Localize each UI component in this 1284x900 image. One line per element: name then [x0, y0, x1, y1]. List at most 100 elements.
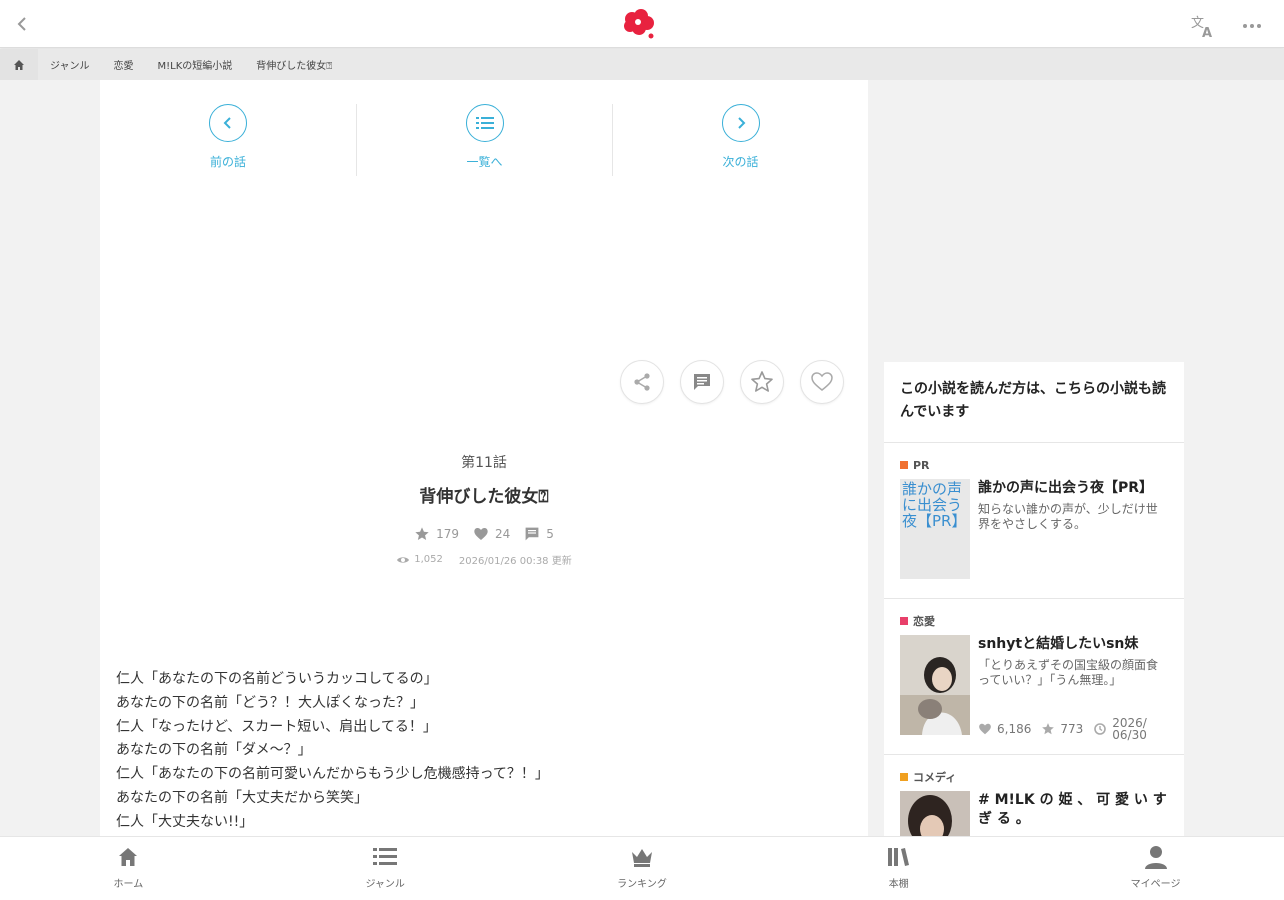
bottom-nav-label: ランキング: [617, 879, 667, 890]
genre-label: PR: [913, 458, 930, 472]
stars-count: 773: [1060, 722, 1084, 736]
story-line: あなたの下の名前「どう？！大人ぽくなった？」: [116, 694, 424, 711]
bottom-nav-home[interactable]: ホーム: [0, 837, 257, 900]
share-button[interactable]: [620, 360, 664, 404]
novel-hearts: 6,186: [978, 722, 1031, 736]
bottom-nav-label: ジャンル: [365, 879, 405, 890]
back-button[interactable]: [10, 12, 34, 36]
crown-icon: [630, 845, 654, 869]
stat-stars: 179: [414, 526, 459, 542]
brand-logo[interactable]: [621, 8, 657, 40]
views: 1,052: [396, 552, 443, 567]
breadcrumb-genre[interactable]: ジャンル: [38, 49, 102, 80]
episode-stats: 179 24 5: [100, 526, 868, 542]
novel-updated: 2026/06/30: [1093, 717, 1154, 741]
genre-color-square: [900, 617, 908, 625]
episode-list-button[interactable]: 一覧へ: [356, 104, 612, 176]
bottom-nav-bookshelf[interactable]: 本棚: [770, 837, 1027, 900]
novel-thumbnail[interactable]: [900, 791, 970, 836]
top-header: 文 A: [0, 0, 1284, 48]
breadcrumb: ジャンル 恋愛 M!LKの短編小説 背伸びした彼女⍰: [0, 49, 1284, 80]
svg-text:A: A: [1202, 26, 1212, 38]
thumbnail-alt-text: 誰かの声に出会う夜【PR】: [902, 480, 967, 530]
novel-title[interactable]: # M!LK の 姫 、 可 愛 い す ぎ る 。: [978, 791, 1168, 829]
bottom-nav-ranking[interactable]: ランキング: [514, 837, 771, 900]
bottom-nav-mypage[interactable]: マイページ: [1027, 837, 1284, 900]
breadcrumb-episode: 背伸びした彼女⍰: [256, 61, 333, 72]
favorite-button[interactable]: [740, 360, 784, 404]
novel-stars: 773: [1041, 722, 1083, 736]
sidebar-heading: この小説を読んだ方は、こちらの小説も読んでいます: [884, 362, 1184, 443]
star-icon: [415, 527, 429, 540]
eye-icon: [397, 556, 410, 563]
breadcrumb-series[interactable]: M!LKの短編小説: [146, 49, 245, 80]
heart-icon: [811, 372, 833, 391]
novel-thumbnail[interactable]: [900, 635, 970, 735]
list-circle: [465, 104, 504, 142]
novel-title[interactable]: 誰かの声に出会う夜【PR】: [978, 479, 1168, 498]
story-line: 仁人「あなたの下の名前どういうカッコしてるの」: [116, 671, 438, 687]
translate-button[interactable]: 文 A: [1190, 14, 1218, 41]
chevron-left-icon: [223, 117, 231, 129]
novel-title[interactable]: snhytと結婚したいsn妹: [978, 635, 1168, 654]
episode-meta: 1,052 2026/01/26 00:38 更新: [100, 552, 868, 567]
bottom-nav-genre[interactable]: ジャンル: [257, 837, 514, 900]
updated-date: 2026/06/30: [1112, 716, 1147, 742]
stat-hearts: 24: [473, 526, 510, 542]
episode-number: 第11話: [461, 455, 507, 471]
prev-label: 前の話: [209, 155, 246, 169]
comment-button[interactable]: [680, 360, 724, 404]
heart-icon: [474, 528, 488, 540]
recommendation-sidebar: この小説を読んだ方は、こちらの小説も読んでいます PR 誰かの声に出会う夜【PR…: [884, 362, 1184, 836]
genre-color-square: [900, 773, 908, 781]
recommended-novel[interactable]: 恋愛 snhytと結婚したいsn妹 「とりあえずその国宝級の顔面食っていい？」「…: [884, 599, 1184, 755]
genre-label: 恋愛: [913, 615, 935, 628]
star-icon: [751, 371, 773, 392]
updated-date: 2026/01/26 00:38 更新: [458, 556, 572, 567]
genre-tag: 恋愛: [900, 615, 1168, 628]
update-icon: [1094, 723, 1107, 735]
breadcrumb-home[interactable]: [0, 49, 38, 80]
comments-count: 5: [546, 527, 554, 541]
breadcrumb-romance[interactable]: 恋愛: [102, 49, 146, 80]
chevron-right-icon: [737, 117, 745, 129]
story-body: 仁人「あなたの下の名前どういうカッコしてるの」 あなたの下の名前「どう？！大人ぽ…: [116, 668, 836, 835]
prev-circle: [209, 104, 247, 142]
comment-icon: [525, 527, 539, 541]
dot: [1243, 24, 1247, 28]
novel-stats: 6,186 773 2026/06/30: [978, 717, 1154, 741]
novel-thumbnail[interactable]: 誰かの声に出会う夜【PR】: [900, 479, 970, 579]
more-button[interactable]: [1240, 16, 1264, 36]
genre-label: コメディ: [913, 771, 957, 784]
genre-tag: コメディ: [900, 771, 1168, 784]
recommended-novel[interactable]: コメディ # M!LK の 姫 、 可 愛 い す ぎ る 。: [884, 755, 1184, 836]
episode-nav: 前の話 一覧へ 次の話: [100, 104, 868, 176]
novel-description: 「とりあえずその国宝級の顔面食っていい？」「うん無理。」: [978, 658, 1159, 687]
bookshelf-icon: [887, 845, 911, 869]
recommended-novel[interactable]: PR 誰かの声に出会う夜【PR】 誰かの声に出会う夜【PR】 知らない誰かの声が…: [884, 443, 1184, 599]
bottom-nav-label: 本棚: [888, 879, 909, 890]
list-icon: [475, 117, 494, 129]
genre-color-square: [900, 461, 908, 469]
views-count: 1,052: [414, 554, 443, 565]
prev-episode-button[interactable]: 前の話: [100, 104, 356, 176]
brand-flower-logo: [624, 9, 654, 39]
like-button[interactable]: [800, 360, 844, 404]
story-line: 仁人「大丈夫ない!!」: [116, 813, 254, 830]
user-icon: [1144, 845, 1168, 869]
share-icon: [634, 373, 650, 391]
bottom-nav-label: ホーム: [113, 879, 144, 890]
bottom-nav: ホーム ジャンル ランキング 本棚 マイページ: [0, 836, 1284, 900]
genre-tag: PR: [900, 458, 1168, 472]
chevron-left-icon: [17, 17, 26, 31]
stat-comments: 5: [524, 526, 554, 542]
photo-thumbnail: [900, 635, 970, 735]
home-icon: [14, 59, 24, 70]
home-icon: [116, 845, 140, 869]
action-row: [620, 360, 844, 404]
next-episode-button[interactable]: 次の話: [612, 104, 868, 176]
list-icon: [373, 845, 398, 869]
dot: [1257, 24, 1261, 28]
hearts-count: 6,186: [997, 722, 1032, 736]
bottom-nav-label: マイページ: [1130, 879, 1181, 890]
